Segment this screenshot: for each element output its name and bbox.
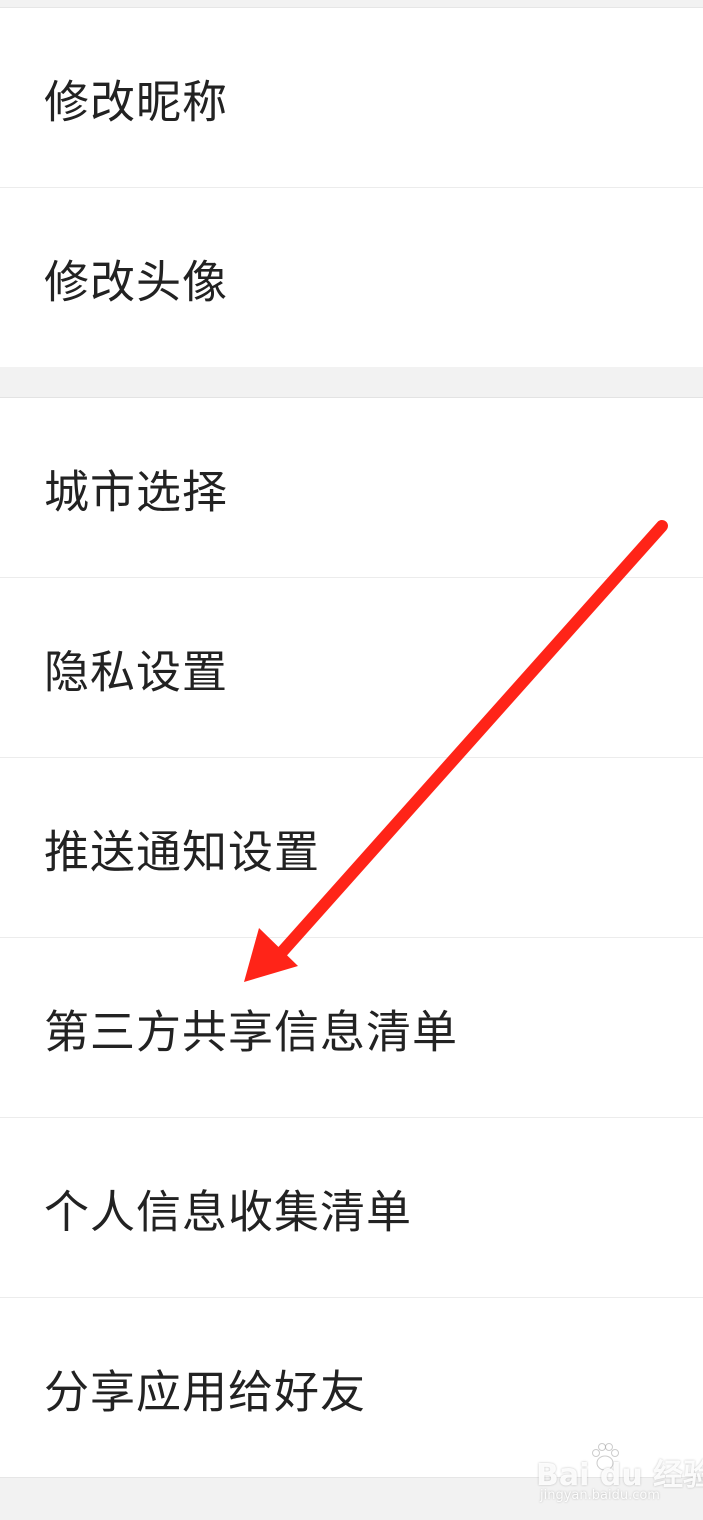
settings-item-personal-info-collection-list[interactable]: 个人信息收集清单 [0, 1118, 703, 1298]
settings-item-label: 修改昵称 [44, 75, 229, 128]
settings-item-label: 修改头像 [44, 255, 229, 308]
settings-page: 修改昵称 修改头像 城市选择 隐私设置 推送通知设置 第三方共享信息清单 个人信… [0, 0, 703, 1520]
settings-item-edit-nickname[interactable]: 修改昵称 [0, 8, 703, 188]
settings-item-label: 第三方共享信息清单 [44, 1005, 459, 1058]
settings-item-privacy[interactable]: 隐私设置 [0, 578, 703, 758]
settings-item-edit-avatar[interactable]: 修改头像 [0, 188, 703, 367]
settings-group-general: 城市选择 隐私设置 推送通知设置 第三方共享信息清单 个人信息收集清单 分享应用… [0, 398, 703, 1477]
settings-item-push-notifications[interactable]: 推送通知设置 [0, 758, 703, 938]
settings-item-city-select[interactable]: 城市选择 [0, 398, 703, 578]
settings-item-label: 隐私设置 [44, 645, 229, 698]
settings-item-label: 城市选择 [44, 465, 229, 518]
settings-item-label: 分享应用给好友 [44, 1365, 367, 1418]
watermark-url: jingyan.baidu.com [540, 1488, 660, 1503]
settings-item-third-party-sharing-list[interactable]: 第三方共享信息清单 [0, 938, 703, 1118]
watermark: Bai du 经验 jingyan.baidu.com [536, 1440, 703, 1504]
settings-group-profile: 修改昵称 修改头像 [0, 8, 703, 367]
settings-item-label: 个人信息收集清单 [44, 1185, 413, 1238]
settings-item-label: 推送通知设置 [44, 825, 321, 878]
